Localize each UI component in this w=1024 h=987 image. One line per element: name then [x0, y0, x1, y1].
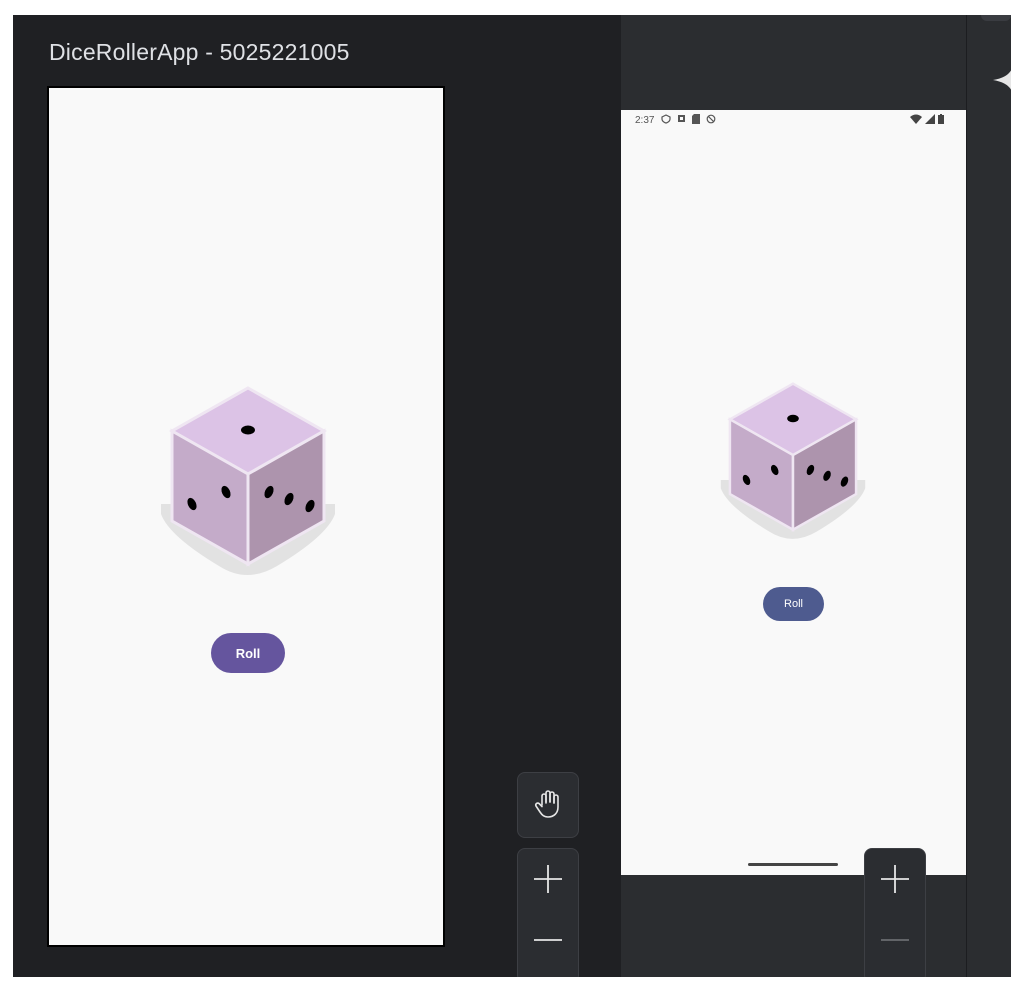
device-zoom-controls — [864, 848, 926, 977]
hand-icon — [533, 787, 563, 824]
plus-icon — [532, 863, 564, 900]
device-zoom-in-button[interactable] — [865, 859, 925, 903]
dice-image-device — [719, 382, 867, 553]
preview-title: DiceRollerApp - 5025221005 — [49, 39, 350, 65]
device-zoom-out-button[interactable] — [865, 919, 925, 963]
no-disturb-icon — [706, 114, 716, 124]
app-icon — [678, 115, 685, 122]
roll-button-device[interactable]: Roll — [763, 587, 824, 621]
zoom-controls — [517, 848, 579, 977]
minus-icon — [532, 932, 564, 950]
running-device-pane: 2:37 Roll — [621, 15, 966, 977]
status-bar: 2:37 — [621, 110, 966, 132]
gesture-nav-handle[interactable] — [748, 863, 838, 866]
roll-button-preview[interactable]: Roll — [211, 633, 285, 673]
emulator-screen[interactable]: 2:37 Roll — [621, 110, 966, 875]
tool-window-strip — [966, 15, 1011, 977]
dice-image — [159, 386, 337, 591]
signal-icon — [925, 114, 935, 124]
compose-preview-frame[interactable]: Roll — [47, 86, 445, 947]
sd-card-icon — [692, 114, 700, 124]
notification-icons — [661, 114, 716, 124]
pan-tool-button[interactable] — [517, 772, 579, 838]
status-time: 2:37 — [635, 115, 655, 126]
shield-icon — [661, 114, 671, 124]
system-icons — [910, 114, 944, 124]
minus-icon — [879, 932, 911, 950]
zoom-out-button[interactable] — [518, 919, 578, 963]
wifi-icon — [910, 114, 922, 124]
zoom-in-button[interactable] — [518, 859, 578, 903]
plus-icon — [879, 863, 911, 900]
sparkle-icon[interactable] — [993, 65, 1011, 100]
battery-icon — [938, 114, 944, 124]
strip-tab[interactable] — [981, 15, 1011, 21]
android-studio-window: DiceRollerApp - 5025221005 Roll 2:37 Rol… — [13, 15, 1011, 977]
